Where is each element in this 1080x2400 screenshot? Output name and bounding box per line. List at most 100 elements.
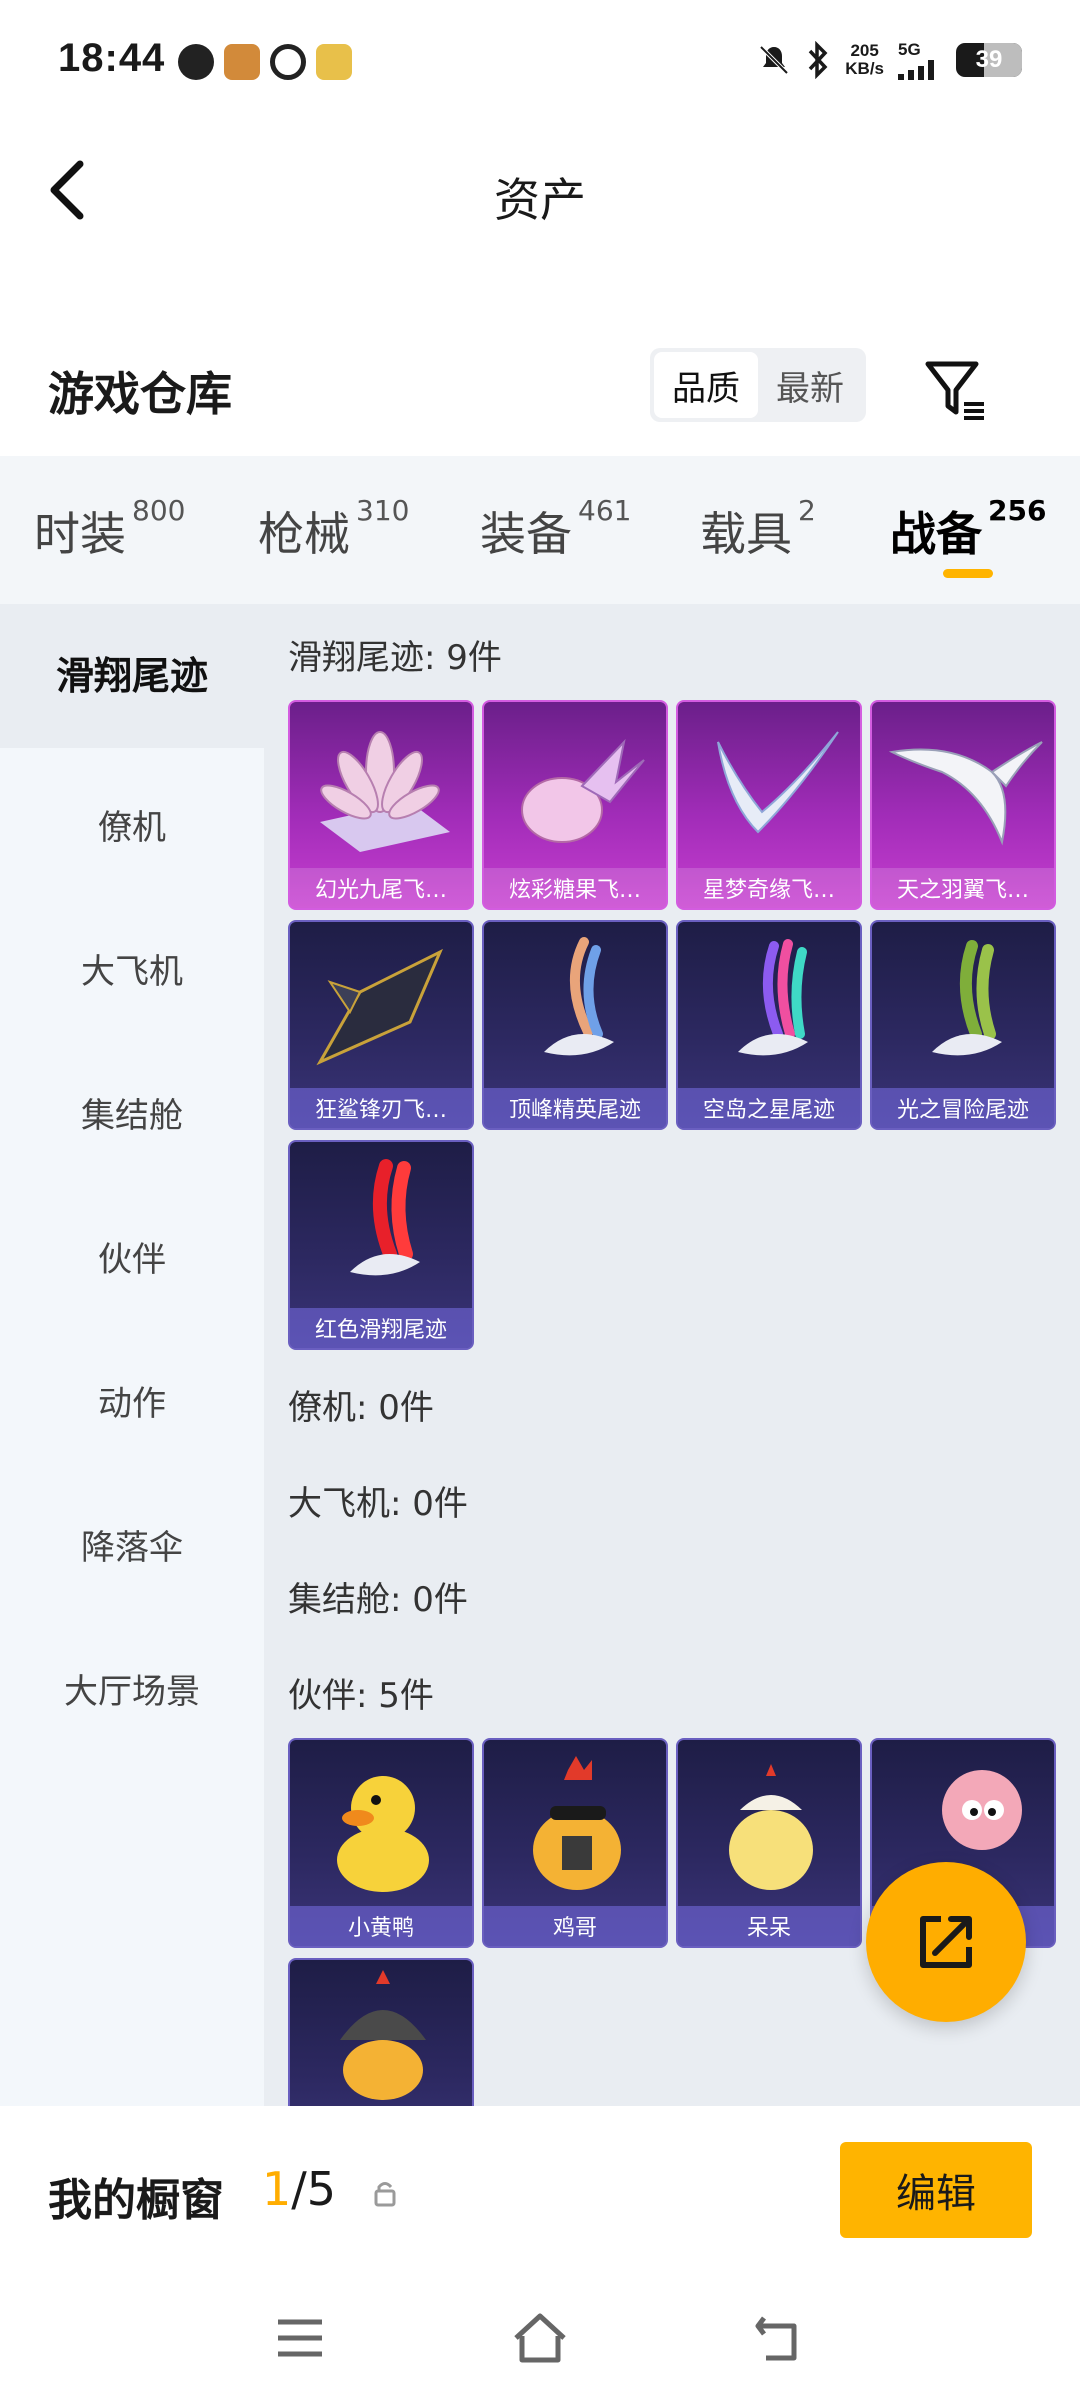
bluetooth-icon bbox=[808, 41, 828, 79]
lock-icon bbox=[374, 2182, 396, 2207]
share-icon bbox=[920, 1916, 972, 1968]
item-card[interactable] bbox=[288, 1958, 474, 2106]
glide-trail-item-icon bbox=[932, 940, 1002, 1056]
glide-trail-item-icon bbox=[320, 731, 450, 852]
battery-icon: 39 bbox=[956, 43, 1022, 77]
glide-trail-item-icon bbox=[316, 948, 443, 1066]
filter-icon[interactable] bbox=[920, 354, 990, 424]
tab-fashion[interactable]: 时装 800 bbox=[34, 494, 185, 564]
glide-trail-item-icon bbox=[350, 1159, 420, 1276]
sidebar-item-emote[interactable]: 动作 bbox=[0, 1376, 264, 1425]
sort-toggle: 品质 最新 bbox=[650, 348, 866, 422]
sidebar-item-partner[interactable]: 伙伴 bbox=[0, 1232, 264, 1281]
item-name: 鸡哥 bbox=[552, 1916, 597, 1941]
active-tab-indicator bbox=[943, 569, 993, 578]
item-name-bar: 幻光九尾飞… bbox=[290, 868, 472, 908]
share-fab-button[interactable] bbox=[866, 1862, 1026, 2022]
mute-bell-icon bbox=[759, 45, 789, 75]
sidebar-item-wingman[interactable]: 僚机 bbox=[0, 800, 264, 849]
app-notification-icon bbox=[316, 44, 352, 80]
section-label-partner: 伙伴: 5件 bbox=[288, 1676, 434, 1716]
status-time: 18:44 bbox=[58, 36, 166, 80]
item-name: 空岛之星尾迹 bbox=[702, 1098, 835, 1123]
item-name: 幻光九尾飞… bbox=[314, 878, 447, 903]
item-name-bar: 小黄鸭 bbox=[290, 1906, 472, 1946]
glide-trail-item-icon bbox=[544, 937, 614, 1056]
tab-vehicles[interactable]: 载具 2 bbox=[700, 494, 816, 564]
item-name-bar: 红色滑翔尾迹 bbox=[290, 1308, 472, 1348]
item-card[interactable]: 鸡哥 bbox=[482, 1738, 668, 1948]
item-card[interactable]: 天之羽翼飞… bbox=[870, 700, 1056, 910]
section-label-big-plane: 大飞机: 0件 bbox=[288, 1484, 468, 1524]
sort-option-quality[interactable]: 品质 bbox=[654, 352, 758, 418]
signal-label: 5G bbox=[898, 40, 921, 59]
tab-count: 256 bbox=[988, 494, 1047, 527]
tab-label: 装备 bbox=[480, 507, 572, 561]
item-card[interactable]: 炫彩糖果飞… bbox=[482, 700, 668, 910]
sidebar: 滑翔尾迹 僚机 大飞机 集结舱 伙伴 动作 降落伞 大厅场景 bbox=[0, 604, 264, 2106]
tab-label: 战备 bbox=[890, 507, 982, 561]
warehouse-title: 游戏仓库 bbox=[48, 367, 232, 421]
app-notification-icon bbox=[178, 44, 214, 80]
sidebar-item-assembly-pod[interactable]: 集结舱 bbox=[0, 1088, 264, 1137]
home-icon[interactable] bbox=[510, 2308, 570, 2368]
chicken-icon bbox=[533, 1756, 621, 1890]
item-name: 红色滑翔尾迹 bbox=[314, 1318, 447, 1343]
tab-equipment[interactable]: 装备 461 bbox=[480, 494, 631, 564]
glide-trail-item-icon bbox=[521, 738, 645, 843]
glide-trail-item-icon bbox=[717, 731, 839, 834]
item-name: 天之羽翼飞… bbox=[896, 878, 1029, 903]
item-card[interactable]: 顶峰精英尾迹 bbox=[482, 920, 668, 1130]
item-name: 顶峰精英尾迹 bbox=[508, 1098, 641, 1123]
tab-guns[interactable]: 枪械 310 bbox=[258, 494, 409, 564]
tab-label: 枪械 bbox=[258, 507, 350, 561]
glide-trail-item-icon bbox=[888, 741, 1043, 846]
item-name-bar: 鸡哥 bbox=[484, 1906, 666, 1946]
item-card[interactable]: 空岛之星尾迹 bbox=[676, 920, 862, 1130]
showcase-total: /5 bbox=[291, 2162, 337, 2216]
sort-option-newest[interactable]: 最新 bbox=[758, 352, 862, 418]
sidebar-item-parachute[interactable]: 降落伞 bbox=[0, 1520, 264, 1569]
item-card[interactable]: 星梦奇缘飞… bbox=[676, 700, 862, 910]
page-title: 资产 bbox=[494, 173, 586, 227]
item-card[interactable]: 光之冒险尾迹 bbox=[870, 920, 1056, 1130]
section-label-glide-trail: 滑翔尾迹: 9件 bbox=[288, 638, 502, 678]
tab-battle-prep[interactable]: 战备 256 bbox=[890, 494, 1046, 564]
item-name-bar: 天之羽翼飞… bbox=[872, 868, 1054, 908]
status-right: 205 KB/s 5G 39 bbox=[757, 40, 1022, 80]
header: 资产 bbox=[0, 120, 1080, 260]
app-notification-icon bbox=[270, 44, 306, 80]
item-name: 光之冒险尾迹 bbox=[896, 1098, 1029, 1123]
tab-count: 461 bbox=[578, 494, 632, 527]
item-card[interactable]: 幻光九尾飞… bbox=[288, 700, 474, 910]
tab-label: 时装 bbox=[34, 507, 126, 561]
signal-indicator: 5G bbox=[898, 40, 942, 80]
item-card[interactable]: 红色滑翔尾迹 bbox=[288, 1140, 474, 1350]
section-label-assembly-pod: 集结舱: 0件 bbox=[288, 1580, 468, 1620]
status-app-icons bbox=[178, 44, 352, 80]
item-name-bar: 空岛之星尾迹 bbox=[678, 1088, 860, 1128]
section-label-wingman: 僚机: 0件 bbox=[288, 1388, 434, 1428]
item-name: 星梦奇缘飞… bbox=[702, 878, 835, 903]
sidebar-item-lobby-scene[interactable]: 大厅场景 bbox=[0, 1664, 264, 1713]
net-speed-unit: KB/s bbox=[845, 59, 884, 78]
back-icon[interactable] bbox=[750, 2308, 810, 2368]
item-card[interactable]: 呆呆 bbox=[676, 1738, 862, 1948]
item-card[interactable]: 小黄鸭 bbox=[288, 1738, 474, 1948]
item-name-bar: 光之冒险尾迹 bbox=[872, 1088, 1054, 1128]
item-name-bar: 星梦奇缘飞… bbox=[678, 868, 860, 908]
item-name-bar: 狂鲨锋刃飞… bbox=[290, 1088, 472, 1128]
chick-icon bbox=[729, 1764, 813, 1890]
item-name: 小黄鸭 bbox=[347, 1916, 414, 1941]
showcase-current: 1 bbox=[262, 2162, 292, 2216]
system-nav-bar bbox=[0, 2276, 1080, 2400]
menu-icon[interactable] bbox=[270, 2308, 330, 2368]
sidebar-item-big-plane[interactable]: 大飞机 bbox=[0, 944, 264, 993]
item-card[interactable]: 狂鲨锋刃飞… bbox=[288, 920, 474, 1130]
battery-level: 39 bbox=[975, 46, 1003, 73]
showcase-count: 1/5 bbox=[262, 2162, 336, 2216]
item-name: 炫彩糖果飞… bbox=[508, 878, 641, 903]
sidebar-item-glide-trail[interactable]: 滑翔尾迹 bbox=[0, 604, 264, 748]
edit-button[interactable]: 编辑 bbox=[840, 2142, 1032, 2238]
tab-count: 310 bbox=[356, 494, 410, 527]
